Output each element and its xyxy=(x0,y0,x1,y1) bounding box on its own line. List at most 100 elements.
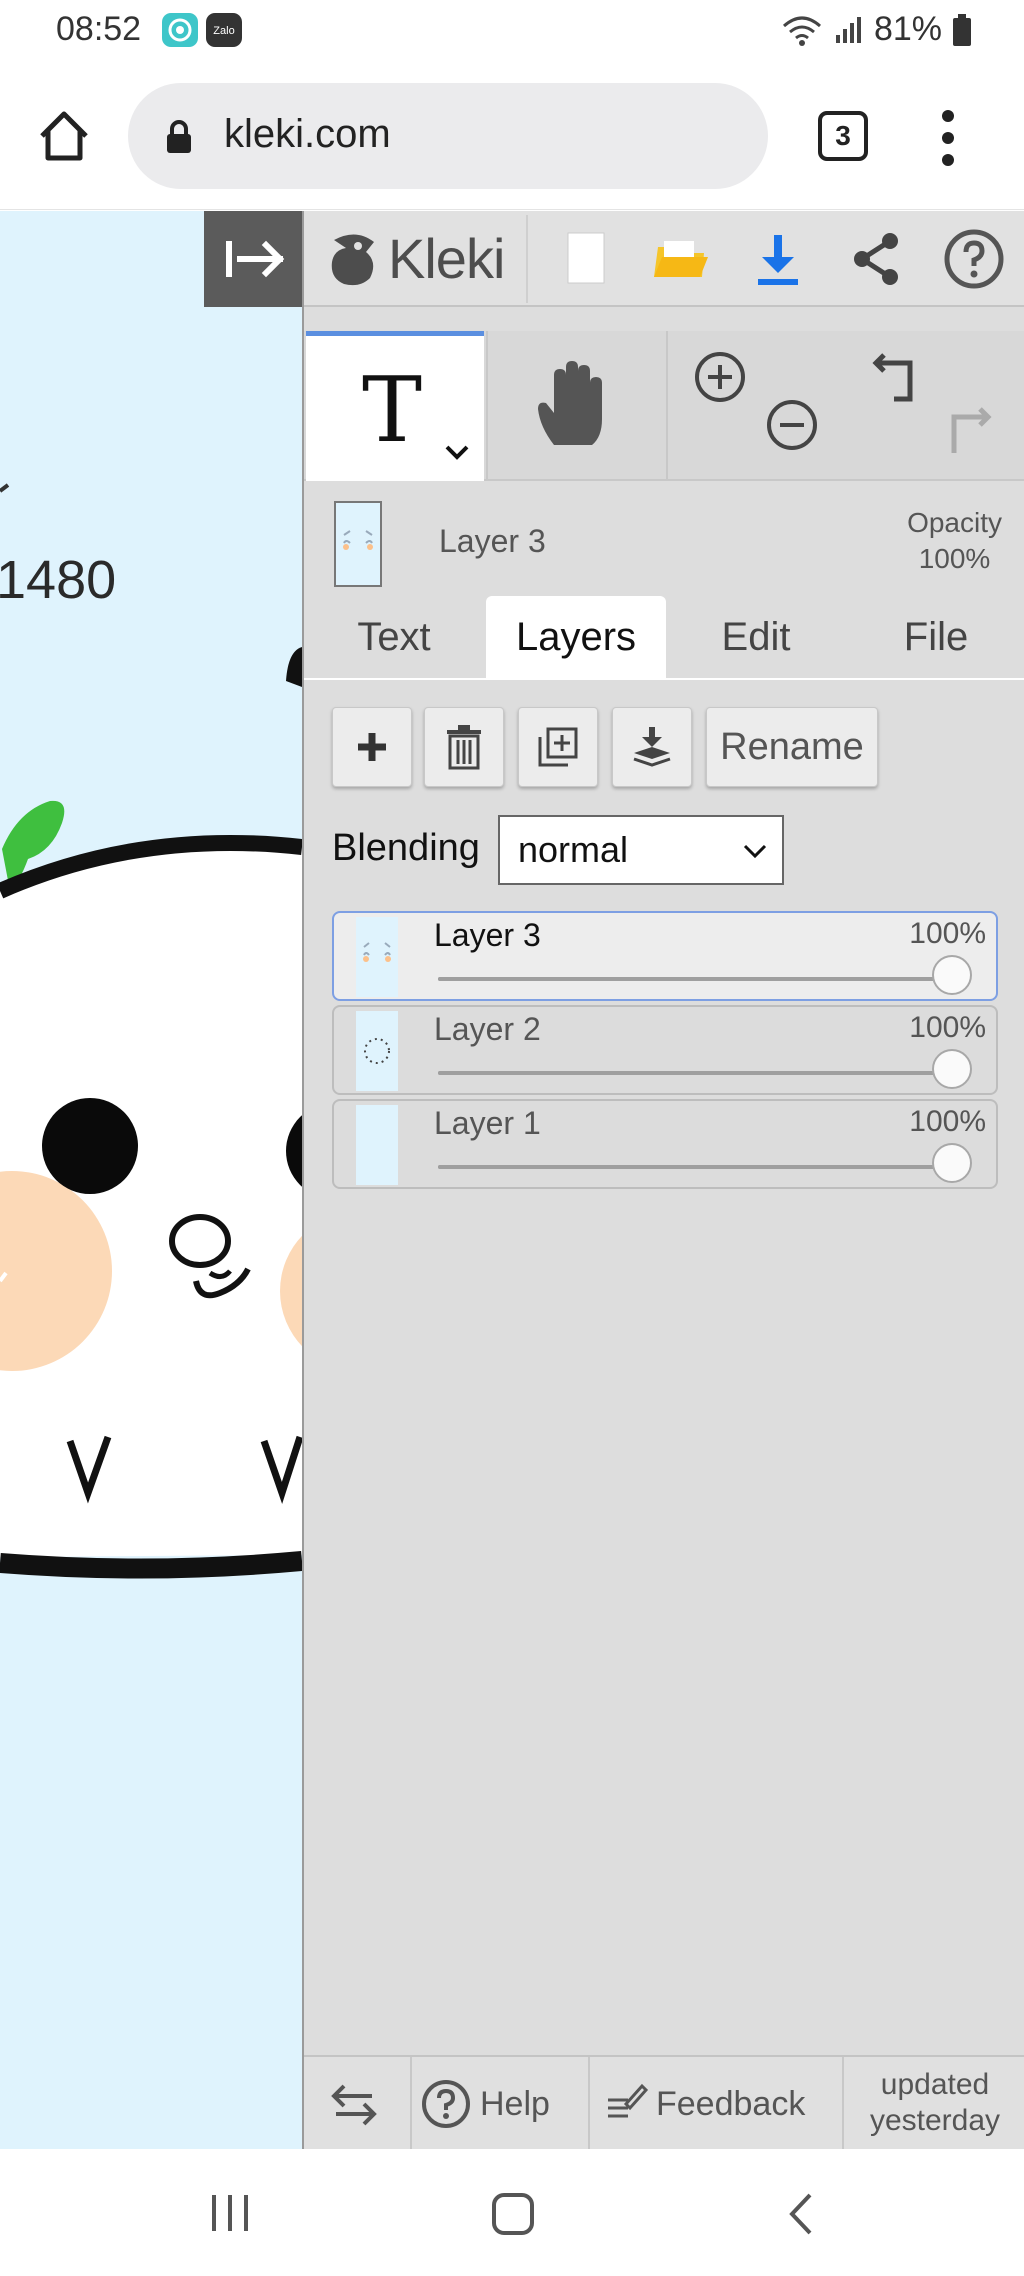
layer-opacity-slider[interactable] xyxy=(438,977,958,981)
blending-select[interactable]: normal xyxy=(498,815,784,885)
app-name: Kleki xyxy=(388,226,505,290)
layer-thumbnail xyxy=(356,917,398,997)
recent-apps-icon[interactable] xyxy=(208,2191,252,2235)
merge-down-button[interactable] xyxy=(612,707,692,787)
drawing-canvas[interactable]: 1480 xyxy=(0,211,302,2149)
current-layer-opacity: Opacity 100% xyxy=(907,505,1002,577)
help-circle-icon xyxy=(422,2080,470,2128)
tool-row: T xyxy=(304,331,1024,481)
layer-opacity-fill xyxy=(438,1071,958,1075)
home-icon[interactable] xyxy=(34,106,94,166)
lock-icon xyxy=(167,120,191,153)
tab-text[interactable]: Text xyxy=(304,596,484,680)
layer-opacity-knob[interactable] xyxy=(932,955,972,995)
wifi-icon xyxy=(782,16,821,46)
zoom-in-icon[interactable] xyxy=(692,349,748,405)
status-right: 81% xyxy=(780,10,972,49)
update-status: updated yesterday xyxy=(844,2067,1024,2139)
plus-icon xyxy=(358,733,386,761)
update-status-line2: yesterday xyxy=(869,2104,1001,2137)
zalo-app-label: Zalo xyxy=(213,25,234,37)
address-bar[interactable]: kleki.com xyxy=(128,83,768,189)
kleki-logo[interactable]: Kleki xyxy=(326,225,505,291)
duplicate-icon xyxy=(538,727,578,767)
help-label: Help xyxy=(480,2084,550,2123)
help-circle-icon[interactable] xyxy=(942,227,1006,291)
layer-item[interactable]: Layer 3 100% xyxy=(332,911,998,1001)
layer-opacity-value: 100% xyxy=(909,1105,986,1138)
tab-edit[interactable]: Edit xyxy=(666,596,846,680)
battery-icon xyxy=(953,13,971,46)
canvas-number-text: 1480 xyxy=(0,550,117,610)
chevron-down-icon[interactable] xyxy=(444,444,470,462)
duplicate-layer-button[interactable] xyxy=(518,707,598,787)
more-menu-icon[interactable] xyxy=(936,108,960,168)
android-navigation-bar xyxy=(0,2149,1024,2276)
share-icon[interactable] xyxy=(844,227,908,291)
add-layer-button[interactable] xyxy=(332,707,412,787)
zoom-out-icon[interactable] xyxy=(764,397,820,453)
layer-opacity-slider[interactable] xyxy=(438,1165,958,1169)
app-topbar: Kleki xyxy=(304,211,1024,307)
zalo-app-icon: Zalo xyxy=(206,13,242,47)
tab-layers[interactable]: Layers xyxy=(486,596,666,680)
text-tool-button[interactable]: T xyxy=(306,331,484,481)
panel-bottom-bar: Help Feedback updated yesterday xyxy=(304,2055,1024,2151)
update-status-line1: updated xyxy=(880,2068,990,2101)
tool-panel: Kleki T Layer 3 Opacity 100% Text Layers… xyxy=(302,211,1024,2151)
swap-panel-side-button[interactable] xyxy=(330,2057,378,2151)
new-file-icon[interactable] xyxy=(552,227,616,291)
download-icon[interactable] xyxy=(746,227,810,291)
rename-layer-button[interactable]: Rename xyxy=(706,707,878,787)
layer-thumbnail xyxy=(356,1011,398,1091)
url-text: kleki.com xyxy=(224,112,391,156)
browser-toolbar: kleki.com 3 xyxy=(0,62,1024,210)
home-nav-icon[interactable] xyxy=(490,2191,536,2237)
open-folder-icon[interactable] xyxy=(648,227,712,291)
text-tool-icon: T xyxy=(362,358,423,463)
canvas-artwork xyxy=(0,483,302,1579)
back-icon[interactable] xyxy=(786,2191,816,2237)
layer-item[interactable]: Layer 2 100% xyxy=(332,1005,998,1095)
redo-icon[interactable] xyxy=(938,403,994,459)
opacity-value: 100% xyxy=(918,543,991,574)
tool-divider xyxy=(486,331,488,481)
layer-opacity-fill xyxy=(438,977,958,981)
undo-icon[interactable] xyxy=(870,349,926,405)
feedback-label: Feedback xyxy=(656,2084,806,2123)
bottom-divider xyxy=(410,2057,412,2151)
merge-down-icon xyxy=(633,727,671,767)
tab-switcher-button[interactable]: 3 xyxy=(818,111,868,161)
layer-item[interactable]: Layer 1 100% xyxy=(332,1099,998,1189)
delete-layer-button[interactable] xyxy=(424,707,504,787)
swap-arrows-icon xyxy=(331,2084,377,2126)
trash-icon xyxy=(447,725,481,770)
layer-name: Layer 2 xyxy=(434,1011,541,1047)
opacity-label: Opacity xyxy=(907,507,1002,538)
hand-tool-icon[interactable] xyxy=(530,353,620,453)
collapse-arrow-icon xyxy=(226,240,285,278)
collapse-panel-button[interactable] xyxy=(204,211,302,307)
layer-opacity-knob[interactable] xyxy=(932,1049,972,1089)
blending-label: Blending xyxy=(332,827,480,869)
tab-file[interactable]: File xyxy=(846,596,1024,680)
status-time: 08:52 xyxy=(56,10,142,48)
layer-opacity-knob[interactable] xyxy=(932,1143,972,1183)
feedback-pen-icon xyxy=(608,2083,648,2118)
layer-thumbnail xyxy=(356,1105,398,1185)
status-bar: 08:52 Zalo 81% xyxy=(0,0,1024,62)
layer-opacity-slider[interactable] xyxy=(438,1071,958,1075)
topbar-divider xyxy=(526,215,528,303)
layer-name: Layer 1 xyxy=(434,1105,541,1141)
messenger-app-icon xyxy=(162,13,198,47)
battery-percent: 81% xyxy=(873,10,942,48)
bottom-divider xyxy=(588,2057,590,2151)
layer-opacity-value: 100% xyxy=(909,917,986,950)
feedback-button[interactable]: Feedback xyxy=(604,2057,805,2151)
blending-value: normal xyxy=(518,829,629,870)
layer-opacity-fill xyxy=(438,1165,958,1169)
tool-divider xyxy=(666,331,668,481)
layer-opacity-value: 100% xyxy=(909,1011,986,1044)
help-button[interactable]: Help xyxy=(420,2057,550,2151)
chevron-down-icon xyxy=(743,844,767,859)
